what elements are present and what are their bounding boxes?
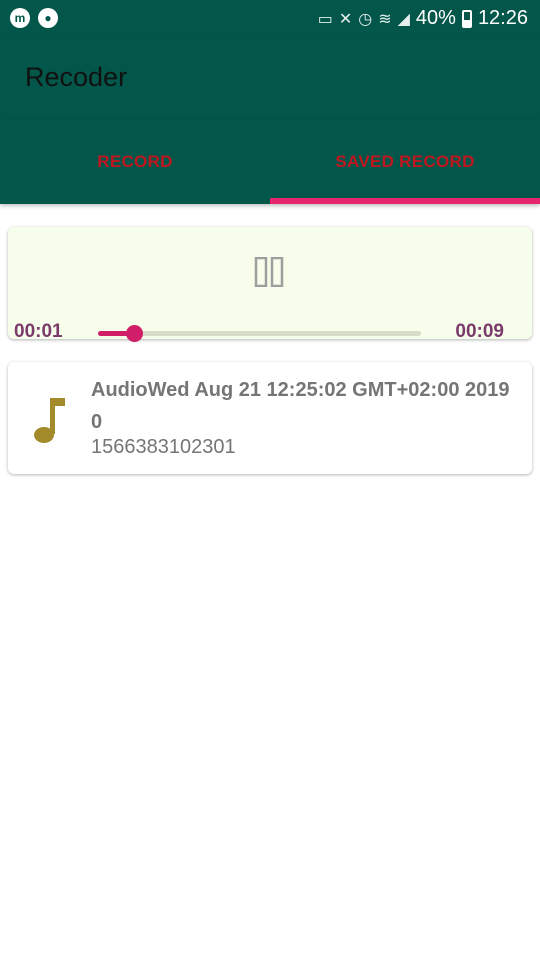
recording-timestamp: 1566383102301 <box>91 436 236 458</box>
m-app-icon: m <box>10 8 30 28</box>
tab-bar: RECORD SAVED RECORD <box>0 120 540 204</box>
wifi-icon: ≋ <box>378 10 392 28</box>
cast-icon: ▭ <box>317 10 333 28</box>
app-bar: Recoder <box>0 38 540 120</box>
tab-selected-indicator <box>270 198 540 204</box>
pause-button[interactable] <box>254 256 286 288</box>
status-system-icons: ▭ ✕ ◷ ≋ ◢ 40% 12:26 <box>318 7 528 30</box>
player-card: 00:01 00:09 <box>8 227 532 342</box>
pause-icon <box>254 256 284 288</box>
status-bar: m ● ▭ ✕ ◷ ≋ ◢ 40% 12:26 <box>0 0 540 38</box>
recording-title: AudioWed Aug 21 12:25:02 GMT+02:00 2019 … <box>91 379 510 433</box>
recording-list-item[interactable]: AudioWed Aug 21 12:25:02 GMT+02:00 2019 … <box>8 362 532 474</box>
tab-saved-record[interactable]: SAVED RECORD <box>270 120 540 204</box>
current-time: 00:01 <box>14 321 63 342</box>
total-time: 00:09 <box>455 321 504 342</box>
music-note-icon <box>34 398 65 443</box>
seek-bar[interactable] <box>98 325 421 342</box>
chat-notification-icon: ● <box>38 8 58 28</box>
app-title: Recoder <box>25 62 128 92</box>
battery-percent: 40% <box>415 7 456 29</box>
status-time: 12:26 <box>477 7 528 29</box>
alarm-icon: ◷ <box>358 10 373 28</box>
mute-icon: ✕ <box>338 10 353 28</box>
tab-record[interactable]: RECORD <box>0 120 270 204</box>
battery-icon <box>461 9 472 28</box>
status-notification-icons: m ● <box>10 8 58 28</box>
signal-icon: ◢ <box>397 10 410 28</box>
seek-bar-thumb[interactable] <box>125 325 143 342</box>
